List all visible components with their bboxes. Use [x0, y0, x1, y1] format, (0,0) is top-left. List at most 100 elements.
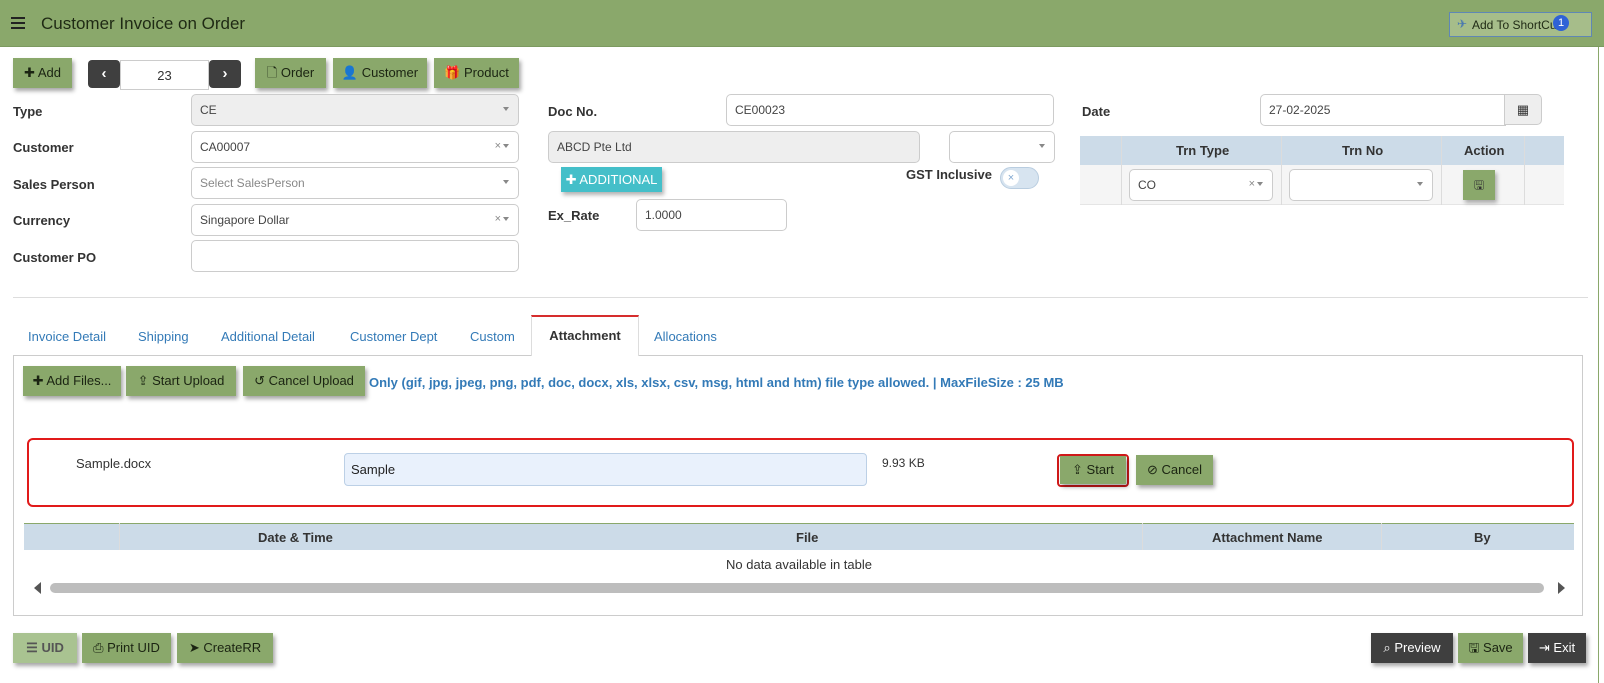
trn-save-button[interactable]: 🖫 — [1463, 170, 1495, 200]
type-value: CE — [200, 103, 217, 117]
allowed-file-types-note: Only (gif, jpg, jpeg, png, pdf, doc, doc… — [369, 375, 1064, 390]
column-divider — [1121, 136, 1122, 205]
next-record-button[interactable]: › — [209, 60, 241, 88]
list-icon: ☰ — [26, 640, 38, 655]
ex-rate-input[interactable]: 1.0000 — [636, 199, 787, 231]
column-divider — [1381, 523, 1382, 550]
scroll-right-icon[interactable] — [1558, 582, 1565, 594]
add-files-button[interactable]: ✚ Add Files... — [23, 366, 121, 396]
scroll-left-icon[interactable] — [34, 582, 41, 594]
customer-label: Customer — [13, 140, 74, 155]
type-select[interactable]: CE — [191, 94, 519, 126]
tab-attachment[interactable]: Attachment — [531, 315, 639, 356]
empty-table-message: No data available in table — [726, 557, 872, 572]
attachment-name-input[interactable]: Sample — [344, 453, 867, 486]
chevron-down-icon — [503, 144, 509, 148]
cancel-button[interactable]: ⊘ Cancel — [1136, 455, 1213, 485]
calendar-icon: ▦ — [1516, 102, 1530, 117]
salesperson-placeholder: Select SalesPerson — [200, 176, 305, 190]
add-button[interactable]: ✚ Add — [13, 58, 72, 88]
add-files-label: Add Files... — [46, 373, 112, 388]
customer-name-field: ABCD Pte Ltd — [548, 131, 920, 163]
horizontal-scrollbar[interactable] — [50, 583, 1544, 593]
shortcut-label: Add To ShortCut — [1472, 18, 1560, 32]
gst-inclusive-toggle[interactable]: × — [1000, 167, 1039, 189]
file-header: File — [796, 530, 819, 545]
pending-file-size: 9.93 KB — [882, 456, 925, 470]
previous-record-button[interactable]: ‹ — [88, 60, 120, 88]
customer-select[interactable]: CA00007 × — [191, 131, 519, 163]
chevron-down-icon — [1257, 182, 1263, 186]
save-button[interactable]: 🖫 Save — [1458, 633, 1523, 663]
frame-border — [1598, 47, 1599, 683]
upload-icon: ⇪ — [137, 373, 149, 388]
clear-icon[interactable]: × — [495, 140, 501, 152]
customer-label: Customer — [361, 65, 419, 80]
pending-filename: Sample.docx — [76, 456, 152, 471]
trn-no-select[interactable] — [1289, 169, 1433, 201]
print-uid-button[interactable]: ⎙ Print UID — [82, 633, 171, 663]
record-number-input[interactable]: 23 — [120, 60, 209, 90]
uid-button[interactable]: ☰ UID — [13, 633, 77, 663]
date-input[interactable]: 27-02-2025 — [1260, 94, 1506, 126]
tab-shipping[interactable]: Shipping — [138, 329, 189, 344]
clear-icon[interactable]: × — [1249, 178, 1255, 190]
column-divider — [1524, 136, 1525, 205]
cancel-upload-button[interactable]: ↺ Cancel Upload — [243, 366, 365, 396]
chevron-down-icon — [503, 217, 509, 221]
undo-icon: ↺ — [254, 373, 265, 388]
docno-input[interactable]: CE00023 — [726, 94, 1054, 126]
tab-invoice-detail[interactable]: Invoice Detail — [28, 329, 106, 344]
plus-icon: ✚ — [24, 65, 35, 80]
customer-extra-select[interactable] — [949, 131, 1055, 163]
chevron-down-icon — [1417, 182, 1423, 186]
salesperson-select[interactable]: Select SalesPerson — [191, 167, 519, 199]
floppy-icon: 🖫 — [1473, 178, 1485, 192]
create-rr-button[interactable]: ➤ CreateRR — [177, 633, 273, 663]
tab-allocations[interactable]: Allocations — [654, 329, 717, 344]
plus-icon: ✚ — [32, 373, 44, 388]
chevron-right-icon: › — [222, 65, 228, 82]
tab-customer-dept[interactable]: Customer Dept — [350, 329, 437, 344]
chevron-down-icon — [503, 180, 509, 184]
salesperson-label: Sales Person — [13, 177, 95, 192]
calendar-button[interactable]: ▦ — [1504, 94, 1542, 125]
attachment-name-header: Attachment Name — [1212, 530, 1323, 545]
chevron-left-icon: ‹ — [101, 65, 107, 82]
floppy-icon: 🖫 — [1468, 640, 1480, 655]
action-header: Action — [1464, 143, 1505, 158]
tab-custom[interactable]: Custom — [470, 329, 515, 344]
chevron-down-icon — [503, 107, 509, 111]
trn-type-value: CO — [1138, 178, 1156, 192]
date-label: Date — [1082, 104, 1111, 119]
order-button[interactable]: 🗋 Order — [255, 58, 326, 88]
start-button[interactable]: ⇪ Start — [1060, 456, 1126, 484]
currency-label: Currency — [13, 213, 71, 228]
column-divider — [1142, 523, 1143, 550]
customer-button[interactable]: 👤 Customer — [333, 58, 427, 88]
close-icon: × — [1003, 170, 1019, 186]
preview-button[interactable]: ⌕ Preview — [1371, 633, 1453, 663]
exit-button[interactable]: ⇥ Exit — [1528, 633, 1586, 663]
by-header: By — [1474, 530, 1491, 545]
attachment-table-header: Date & Time File Attachment Name By — [24, 523, 1574, 550]
datetime-header: Date & Time — [258, 530, 333, 545]
exit-label: Exit — [1553, 640, 1576, 655]
start-upload-label: Start Upload — [152, 373, 225, 388]
customer-po-input[interactable] — [191, 240, 519, 272]
page-title: Customer Invoice on Order — [41, 14, 246, 33]
trn-type-select[interactable]: CO × — [1129, 169, 1273, 201]
product-button[interactable]: 🎁 Product — [434, 58, 519, 88]
sign-out-icon: ⇥ — [1538, 640, 1550, 655]
start-upload-button[interactable]: ⇪ Start Upload — [126, 366, 236, 396]
tab-additional-detail[interactable]: Additional Detail — [221, 329, 315, 344]
clear-icon[interactable]: × — [495, 213, 501, 225]
currency-select[interactable]: Singapore Dollar × — [191, 204, 519, 236]
additional-button[interactable]: ✚ ADDITIONAL — [561, 167, 662, 192]
menu-icon[interactable] — [11, 17, 25, 29]
add-to-shortcut-button[interactable]: ✈ Add To ShortCut 1 — [1449, 12, 1592, 37]
create-rr-label: CreateRR — [203, 640, 262, 655]
send-icon: ➤ — [188, 640, 200, 655]
divider — [13, 297, 1588, 298]
plus-icon: ✚ — [565, 172, 577, 187]
